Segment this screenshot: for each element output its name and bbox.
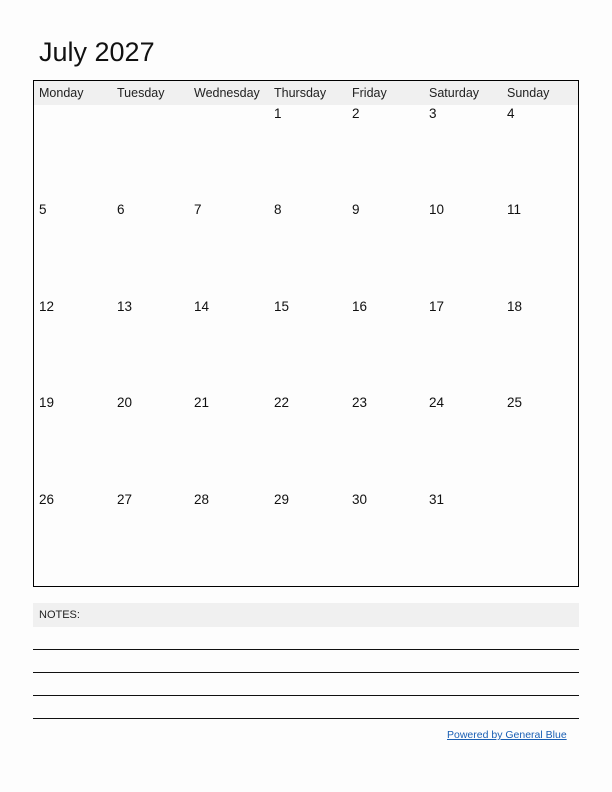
note-line[interactable] bbox=[33, 718, 579, 719]
day-cell[interactable]: 22 bbox=[274, 395, 289, 410]
day-cell[interactable]: 12 bbox=[39, 299, 54, 314]
day-cell[interactable]: 14 bbox=[194, 299, 209, 314]
day-cell[interactable]: 3 bbox=[429, 106, 437, 121]
day-cell[interactable]: 24 bbox=[429, 395, 444, 410]
day-cell[interactable]: 30 bbox=[352, 492, 367, 507]
day-cell[interactable]: 10 bbox=[429, 202, 444, 217]
day-cell[interactable]: 25 bbox=[507, 395, 522, 410]
day-cell[interactable]: 9 bbox=[352, 202, 360, 217]
day-cell[interactable]: 5 bbox=[39, 202, 47, 217]
day-cell[interactable]: 17 bbox=[429, 299, 444, 314]
day-cell[interactable]: 7 bbox=[194, 202, 202, 217]
day-cell[interactable]: 31 bbox=[429, 492, 444, 507]
notes-header: NOTES: bbox=[33, 603, 579, 627]
day-cell[interactable]: 15 bbox=[274, 299, 289, 314]
day-cell[interactable]: 4 bbox=[507, 106, 515, 121]
day-cell[interactable]: 2 bbox=[352, 106, 360, 121]
weekday-monday: Monday bbox=[39, 86, 84, 100]
day-cell[interactable]: 21 bbox=[194, 395, 209, 410]
note-line[interactable] bbox=[33, 649, 579, 650]
day-cell[interactable]: 28 bbox=[194, 492, 209, 507]
notes-label: NOTES: bbox=[39, 609, 80, 621]
calendar-grid: Monday Tuesday Wednesday Thursday Friday Satu… bbox=[33, 80, 579, 587]
weekday-sunday: Sunday bbox=[507, 86, 550, 100]
weekday-saturday: Saturday bbox=[429, 86, 480, 100]
day-cell[interactable]: 6 bbox=[117, 202, 125, 217]
day-cell[interactable]: 13 bbox=[117, 299, 132, 314]
weekday-header-row: Monday Tuesday Wednesday Thursday Friday Satu… bbox=[34, 81, 578, 105]
day-cell[interactable]: 27 bbox=[117, 492, 132, 507]
note-line[interactable] bbox=[33, 695, 579, 696]
day-cell[interactable]: 23 bbox=[352, 395, 367, 410]
day-cell[interactable]: 11 bbox=[507, 202, 521, 217]
weekday-wednesday: Wednesday bbox=[194, 86, 260, 100]
day-cell[interactable]: 1 bbox=[274, 106, 282, 121]
day-cell[interactable]: 29 bbox=[274, 492, 289, 507]
powered-by-link[interactable]: Powered by General Blue bbox=[447, 729, 567, 741]
weekday-tuesday: Tuesday bbox=[117, 86, 165, 100]
day-cell[interactable]: 26 bbox=[39, 492, 54, 507]
weekday-friday: Friday bbox=[352, 86, 387, 100]
note-line[interactable] bbox=[33, 672, 579, 673]
day-cell[interactable]: 20 bbox=[117, 395, 132, 410]
weekday-thursday: Thursday bbox=[274, 86, 327, 100]
calendar-title: July 2027 bbox=[39, 37, 155, 67]
day-cell[interactable]: 19 bbox=[39, 395, 54, 410]
day-cell[interactable]: 16 bbox=[352, 299, 367, 314]
day-cell[interactable]: 8 bbox=[274, 202, 282, 217]
day-cell[interactable]: 18 bbox=[507, 299, 522, 314]
